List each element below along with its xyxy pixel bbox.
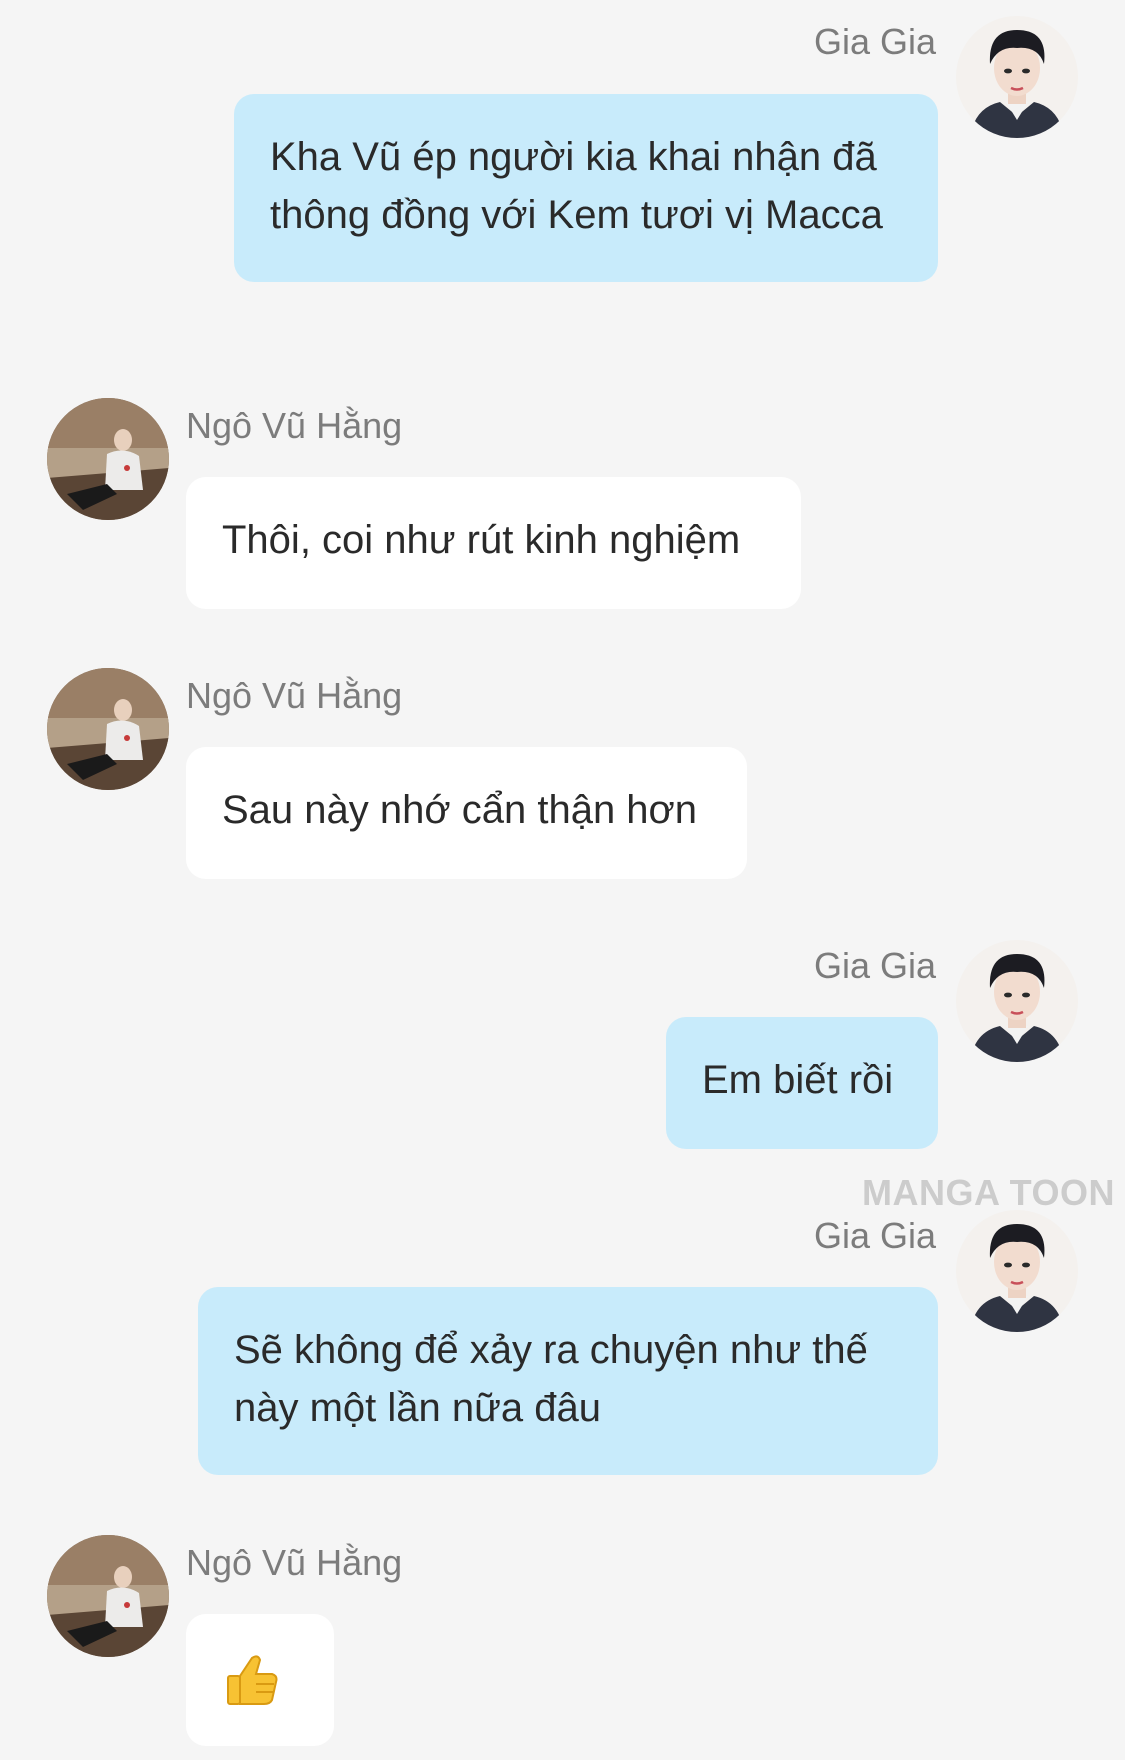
avatar-ngo-vu-hang[interactable]: [47, 1535, 169, 1657]
message-bubble[interactable]: Kha Vũ ép người kia khai nhận đã thông đ…: [234, 94, 938, 282]
avatar-gia-gia[interactable]: [956, 1210, 1078, 1332]
avatar-photo-icon: [47, 1535, 169, 1657]
message-line: Em biết rồi: [702, 1058, 894, 1102]
sender-name: Gia Gia: [813, 1215, 936, 1256]
message-line: Kha Vũ ép người kia khai nhận đã: [270, 135, 877, 179]
avatar-photo-icon: [47, 668, 169, 790]
message-bubble[interactable]: Em biết rồi: [666, 1017, 938, 1149]
avatar-portrait-icon: [956, 940, 1078, 1062]
avatar-photo-icon: [47, 398, 169, 520]
avatar-gia-gia[interactable]: [956, 940, 1078, 1062]
avatar-portrait-icon: [956, 16, 1078, 138]
message-line: Thôi, coi như rút kinh nghiệm: [222, 518, 741, 562]
thumbs-up-emoji-icon: [227, 1655, 278, 1705]
sender-name: Ngô Vũ Hằng: [186, 405, 403, 446]
message-line: Sau này nhớ cẩn thận hơn: [222, 788, 698, 832]
avatar-portrait-icon: [956, 1210, 1078, 1332]
avatar-ngo-vu-hang[interactable]: [47, 668, 169, 790]
watermark: MANGA TOON: [862, 1172, 1115, 1213]
message-bubble[interactable]: [186, 1614, 334, 1746]
message-bubble[interactable]: Sẽ không để xảy ra chuyện như thế này mộ…: [198, 1287, 938, 1475]
sender-name: Gia Gia: [813, 21, 936, 62]
sender-name: Gia Gia: [813, 945, 936, 986]
message-bubble[interactable]: Sau này nhớ cẩn thận hơn: [186, 747, 747, 879]
sender-name: Ngô Vũ Hằng: [186, 1542, 403, 1583]
message-line: thông đồng với Kem tươi vị Macca: [270, 193, 883, 237]
message-line: này một lần nữa đâu: [234, 1386, 602, 1430]
avatar-gia-gia[interactable]: [956, 16, 1078, 138]
message-bubble[interactable]: Thôi, coi như rút kinh nghiệm: [186, 477, 801, 609]
sender-name: Ngô Vũ Hằng: [186, 675, 403, 716]
message-line: Sẽ không để xảy ra chuyện như thế: [234, 1328, 868, 1372]
avatar-ngo-vu-hang[interactable]: [47, 398, 169, 520]
